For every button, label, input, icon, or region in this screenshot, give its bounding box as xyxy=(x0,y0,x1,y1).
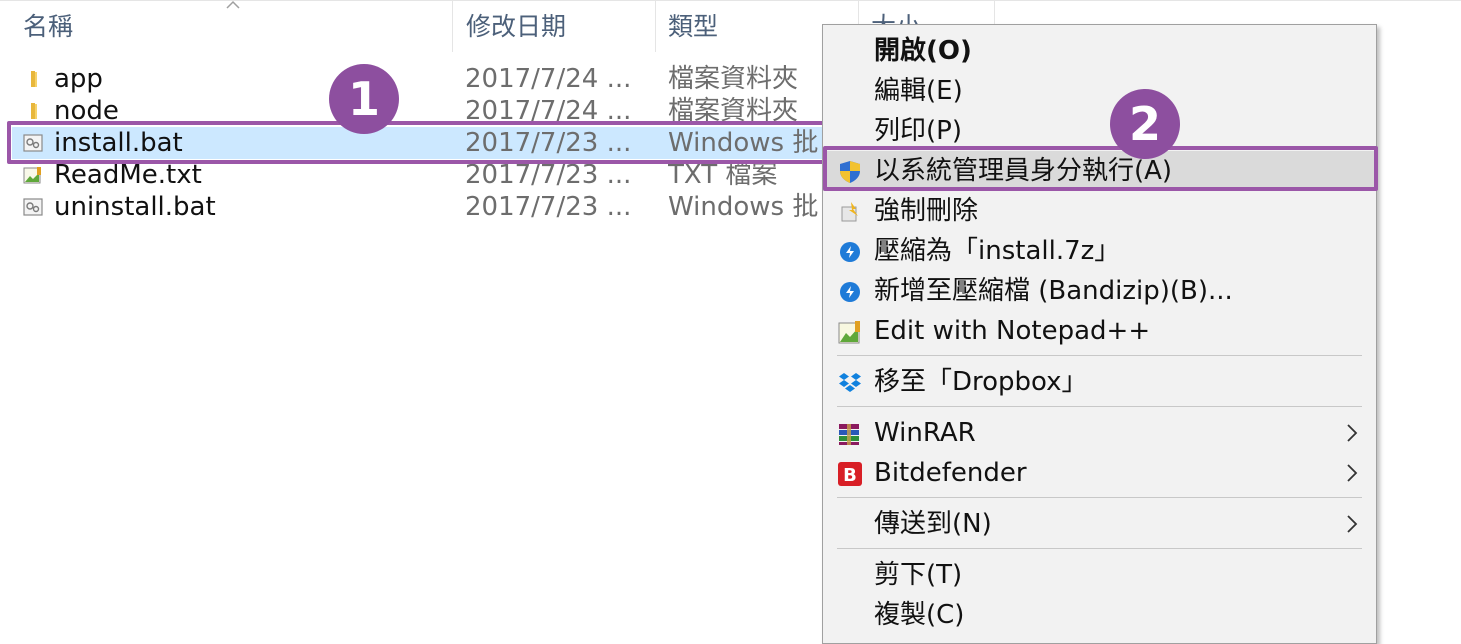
file-date: 2017/7/23 ... xyxy=(465,160,632,190)
file-row[interactable]: ReadMe.txt 2017/7/23 ... TXT 檔案 xyxy=(12,159,822,191)
notepadpp-icon xyxy=(838,321,860,344)
file-name: node xyxy=(54,96,119,126)
menu-item-edit[interactable]: 編輯(E) xyxy=(823,71,1376,111)
batch-file-icon xyxy=(23,134,43,152)
batch-file-icon xyxy=(23,198,43,216)
menu-item-label: 傳送到(N) xyxy=(874,509,992,539)
menu-item-label: Bitdefender xyxy=(874,458,1027,488)
folder-icon xyxy=(31,71,37,87)
menu-item-label: 新增至壓縮檔 (Bandizip)(B)... xyxy=(874,276,1233,306)
file-type: 檔案資料夾 xyxy=(668,64,799,94)
notepadpp-file-icon xyxy=(23,167,41,184)
menu-item-edit-notepadpp[interactable]: Edit with Notepad++ xyxy=(823,311,1376,351)
file-date: 2017/7/24 ... xyxy=(465,64,632,94)
menu-item-open[interactable]: 開啟(O) xyxy=(823,31,1376,71)
file-row[interactable]: uninstall.bat 2017/7/23 ... Windows 批 xyxy=(12,191,822,223)
menu-item-send-to[interactable]: 傳送到(N) xyxy=(823,504,1376,544)
file-name: ReadMe.txt xyxy=(54,160,202,190)
top-border xyxy=(0,0,1461,1)
menu-item-add-to-archive[interactable]: 新增至壓縮檔 (Bandizip)(B)... xyxy=(823,271,1376,311)
file-name: app xyxy=(54,64,103,94)
menu-item-label: 剪下(T) xyxy=(874,560,963,590)
file-type: Windows 批 xyxy=(668,192,819,222)
submenu-arrow-icon xyxy=(1347,515,1358,533)
menu-item-label: 以系統管理員身分執行(A) xyxy=(874,156,1173,186)
menu-item-label: 強制刪除 xyxy=(874,196,979,226)
file-date: 2017/7/23 ... xyxy=(465,192,632,222)
menu-item-run-as-admin[interactable]: 以系統管理員身分執行(A) xyxy=(823,151,1376,191)
menu-item-label: 列印(P) xyxy=(874,116,962,146)
context-menu: 開啟(O) 編輯(E) 列印(P) 以系統管理員身分執行(A) 強制刪除 壓縮為… xyxy=(822,24,1377,644)
uac-shield-icon xyxy=(840,161,860,183)
bitdefender-icon: B xyxy=(838,462,862,486)
submenu-arrow-icon xyxy=(1347,464,1358,482)
folder-icon xyxy=(31,103,37,119)
menu-item-label: 複製(C) xyxy=(874,600,965,630)
menu-item-cut[interactable]: 剪下(T) xyxy=(823,555,1376,595)
menu-separator xyxy=(837,406,1362,407)
column-header-name[interactable]: 名稱 xyxy=(0,10,452,44)
menu-item-move-to-dropbox[interactable]: 移至「Dropbox」 xyxy=(823,362,1376,402)
menu-item-label: 編輯(E) xyxy=(874,76,963,106)
file-row[interactable]: app 2017/7/24 ... 檔案資料夾 xyxy=(12,63,822,95)
file-date: 2017/7/24 ... xyxy=(465,96,632,126)
force-delete-icon xyxy=(841,202,858,222)
menu-item-label: 開啟(O) xyxy=(874,36,972,66)
file-name: install.bat xyxy=(54,128,183,158)
menu-item-winrar[interactable]: WinRAR xyxy=(823,413,1376,453)
step-2-marker: 2 xyxy=(1110,89,1180,159)
dropbox-icon xyxy=(839,373,861,392)
sort-caret-icon xyxy=(226,0,240,9)
step-1-marker: 1 xyxy=(329,64,399,134)
menu-separator xyxy=(837,548,1362,549)
menu-item-bitdefender[interactable]: B Bitdefender xyxy=(823,453,1376,493)
submenu-arrow-icon xyxy=(1347,424,1358,442)
svg-text:B: B xyxy=(843,465,857,486)
file-row[interactable]: node 2017/7/24 ... 檔案資料夾 xyxy=(12,95,822,127)
winrar-icon xyxy=(839,424,859,445)
menu-item-label: WinRAR xyxy=(874,418,976,448)
menu-item-label: 移至「Dropbox」 xyxy=(874,367,1088,397)
file-row-selected[interactable]: install.bat 2017/7/23 ... Windows 批 xyxy=(12,127,822,159)
menu-separator xyxy=(837,355,1362,356)
bandizip-icon xyxy=(840,282,860,302)
bandizip-icon xyxy=(840,242,860,262)
file-type: Windows 批 xyxy=(668,128,819,158)
menu-separator xyxy=(837,497,1362,498)
menu-item-print[interactable]: 列印(P) xyxy=(823,111,1376,151)
menu-item-copy[interactable]: 複製(C) xyxy=(823,595,1376,635)
menu-item-label: Edit with Notepad++ xyxy=(874,316,1151,346)
menu-item-force-delete[interactable]: 強制刪除 xyxy=(823,191,1376,231)
menu-item-compress-7z[interactable]: 壓縮為「install.7z」 xyxy=(823,231,1376,271)
column-header-date[interactable]: 修改日期 xyxy=(443,10,655,44)
menu-item-label: 壓縮為「install.7z」 xyxy=(874,236,1121,266)
file-type: TXT 檔案 xyxy=(668,160,778,190)
file-date: 2017/7/23 ... xyxy=(465,128,632,158)
file-name: uninstall.bat xyxy=(54,192,216,222)
file-type: 檔案資料夾 xyxy=(668,96,799,126)
